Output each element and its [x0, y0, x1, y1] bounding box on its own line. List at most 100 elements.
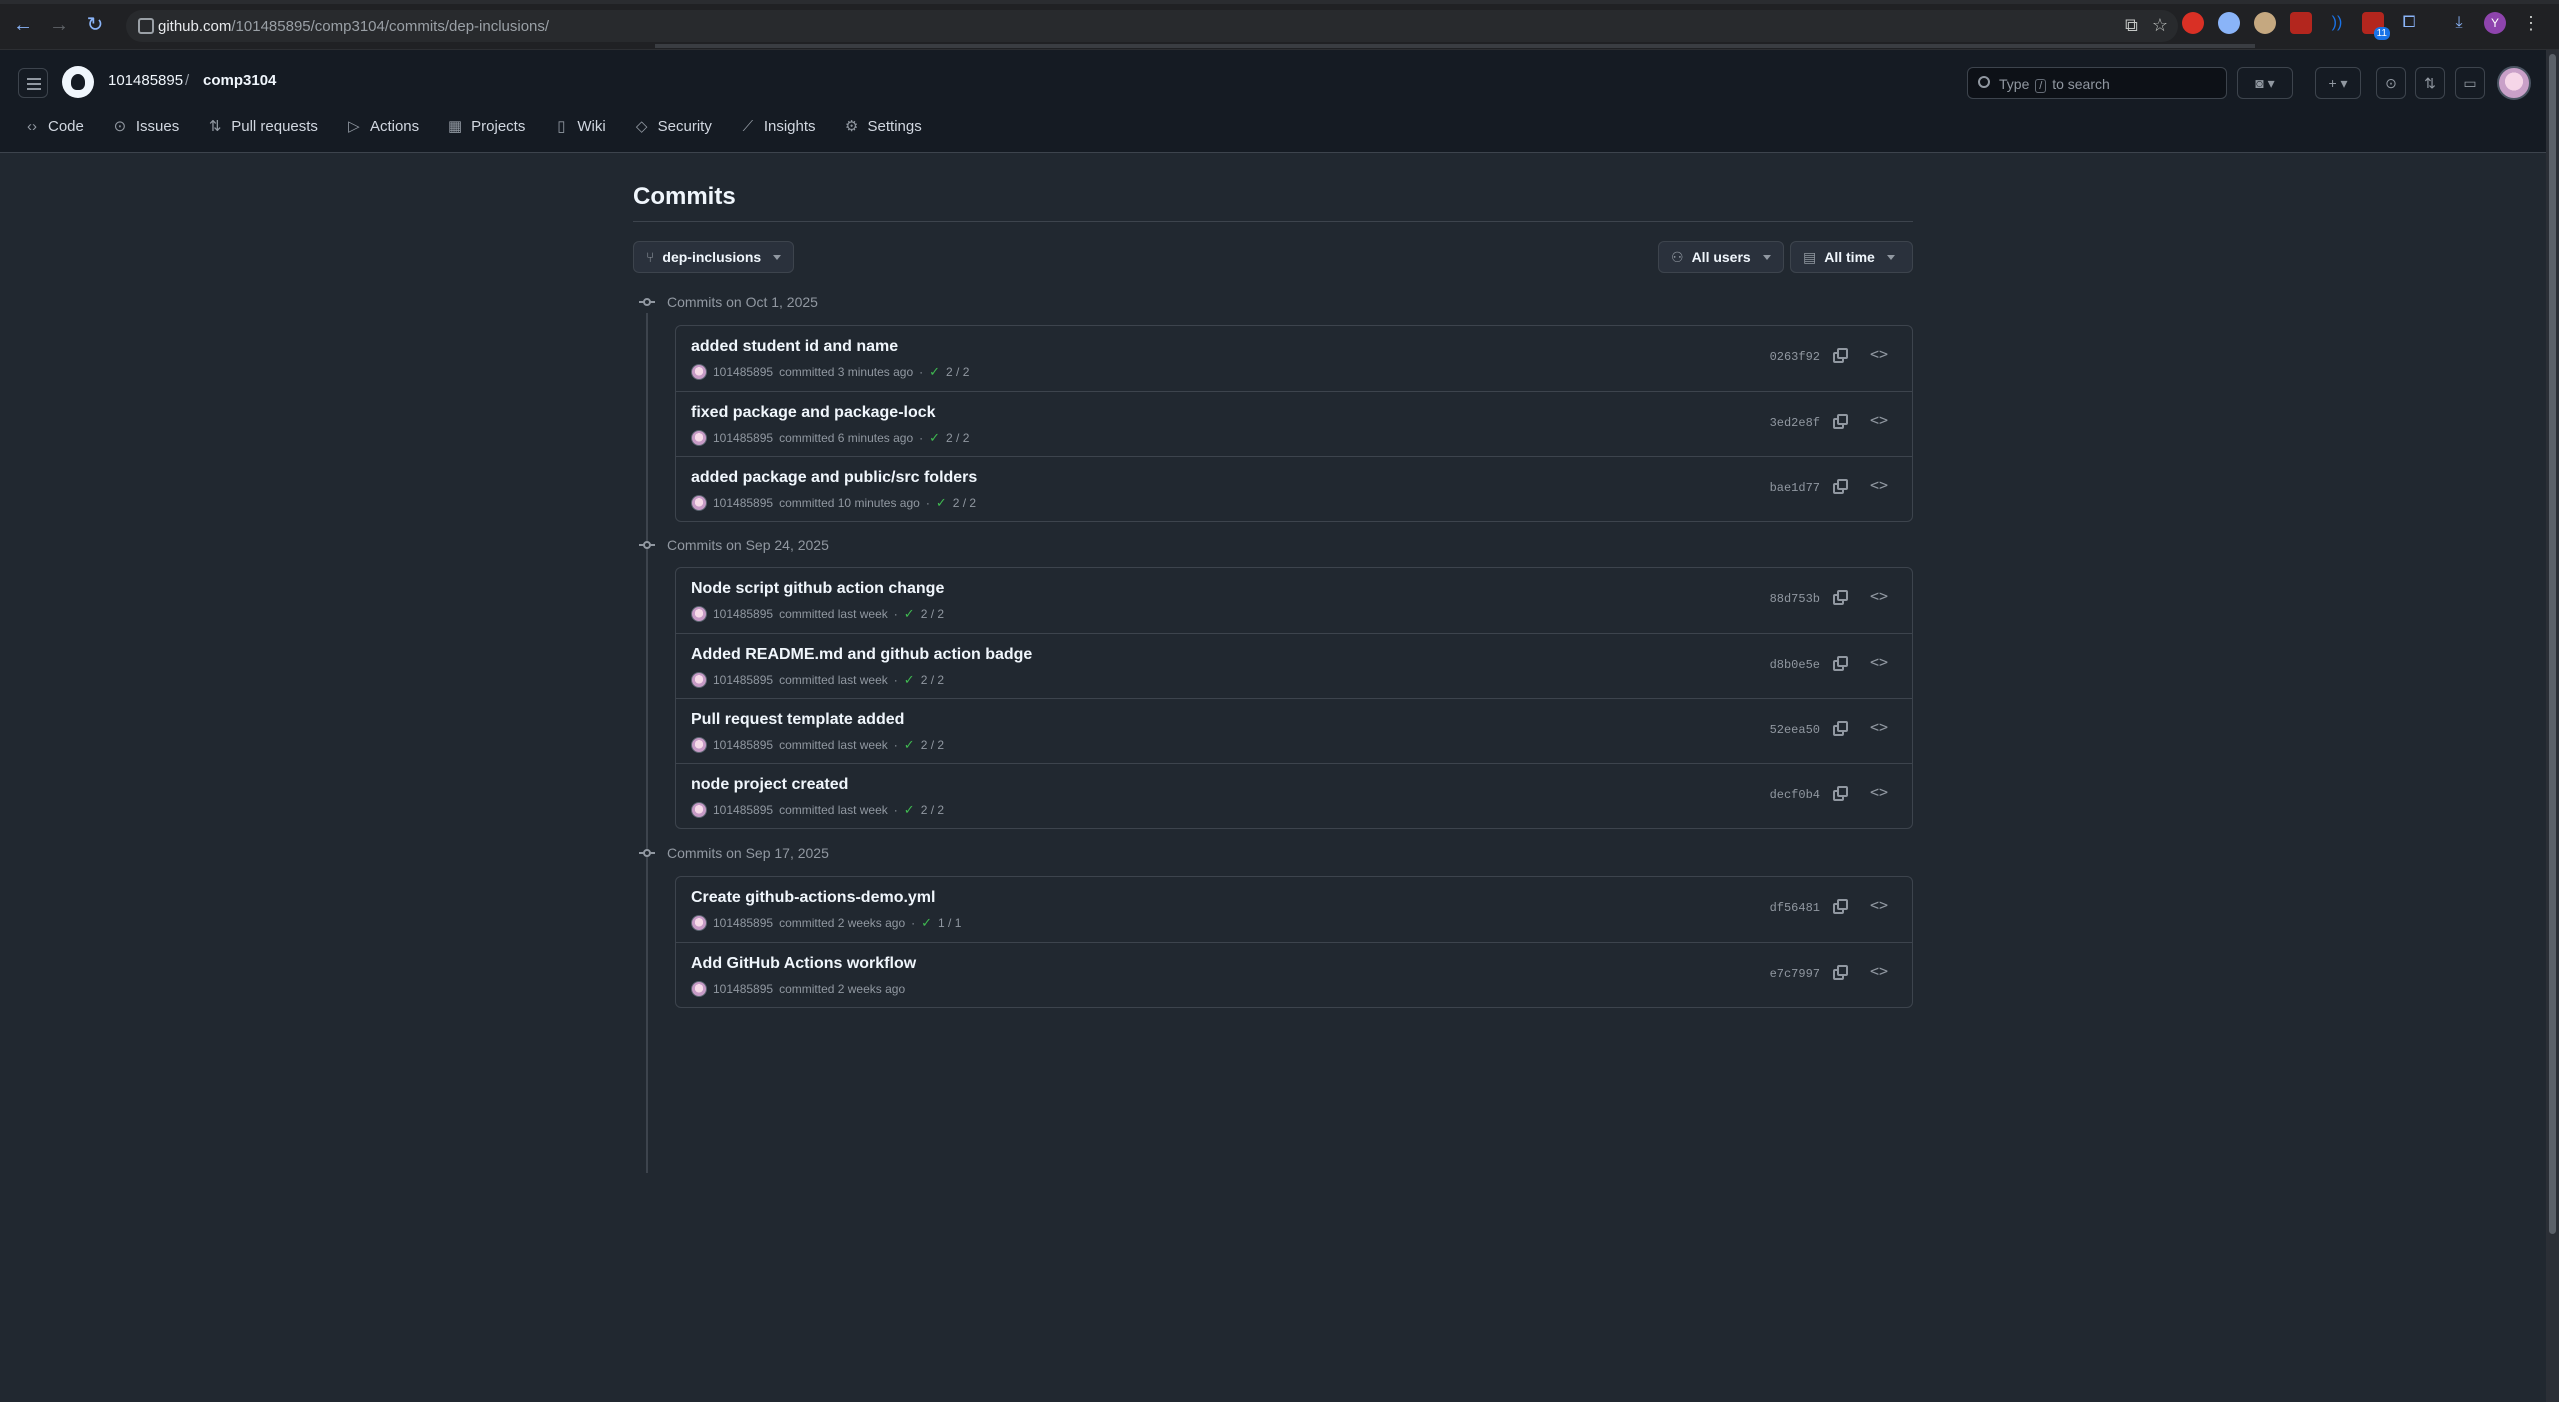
commit-sha-link[interactable]: df56481	[1770, 901, 1820, 915]
commit-message-link[interactable]: Added README.md and github action badge	[691, 646, 1032, 664]
tab-code[interactable]: ‹› Code	[24, 118, 84, 135]
author-avatar[interactable]	[691, 981, 707, 997]
browse-code-icon[interactable]: <>	[1870, 476, 1888, 494]
install-app-icon[interactable]: ⧉	[2125, 15, 2138, 36]
tab-pull-requests[interactable]: ⇅ Pull requests	[207, 118, 318, 135]
commit-author[interactable]: 101485895	[713, 673, 773, 687]
commit-author[interactable]: 101485895	[713, 738, 773, 752]
check-icon[interactable]: ✓	[904, 606, 915, 622]
browse-code-icon[interactable]: <>	[1870, 718, 1888, 736]
user-avatar[interactable]	[2497, 66, 2531, 100]
check-icon[interactable]: ✓	[936, 495, 947, 511]
commit-message-link[interactable]: Pull request template added	[691, 711, 904, 729]
pull-requests-button[interactable]: ⇅	[2415, 67, 2445, 99]
extension-blue-icon[interactable]	[2218, 12, 2240, 34]
author-avatar[interactable]	[691, 495, 707, 511]
commit-message-link[interactable]: added student id and name	[691, 338, 898, 356]
commit-author[interactable]: 101485895	[713, 803, 773, 817]
tab-issues[interactable]: ⊙ Issues	[112, 118, 180, 135]
commit-author[interactable]: 101485895	[713, 916, 773, 930]
bookmark-star-icon[interactable]: ☆	[2152, 15, 2168, 36]
extension-badge-icon[interactable]: 11	[2362, 12, 2390, 40]
tab-actions[interactable]: ▷ Actions	[346, 118, 419, 135]
commit-sha-link[interactable]: d8b0e5e	[1770, 658, 1820, 672]
author-avatar[interactable]	[691, 915, 707, 931]
tab-insights[interactable]: ⟋ Insights	[740, 118, 816, 135]
copy-sha-icon[interactable]	[1832, 964, 1850, 982]
copy-sha-icon[interactable]	[1832, 720, 1850, 738]
check-icon[interactable]: ✓	[904, 802, 915, 818]
browse-code-icon[interactable]: <>	[1870, 962, 1888, 980]
extension-cookie-icon[interactable]	[2254, 12, 2276, 34]
copy-sha-icon[interactable]	[1832, 347, 1850, 365]
puzzle-icon[interactable]: ⧠	[2398, 12, 2420, 34]
commit-sha-link[interactable]: 88d753b	[1770, 592, 1820, 606]
browse-code-icon[interactable]: <>	[1870, 896, 1888, 914]
copy-sha-icon[interactable]	[1832, 655, 1850, 673]
commit-message-link[interactable]: node project created	[691, 776, 848, 794]
forward-icon[interactable]: →	[46, 12, 72, 38]
address-bar[interactable]: github.com/101485895/comp3104/commits/de…	[126, 10, 2178, 42]
copy-sha-icon[interactable]	[1832, 589, 1850, 607]
extension-red-icon[interactable]	[2290, 12, 2312, 34]
commit-author[interactable]: 101485895	[713, 431, 773, 445]
copy-sha-icon[interactable]	[1832, 785, 1850, 803]
tab-wiki[interactable]: ▯ Wiki	[553, 118, 605, 135]
commit-sha-link[interactable]: 3ed2e8f	[1770, 416, 1820, 430]
author-avatar[interactable]	[691, 802, 707, 818]
browse-code-icon[interactable]: <>	[1870, 411, 1888, 429]
commit-sha-link[interactable]: 0263f92	[1770, 350, 1820, 364]
commit-sha-link[interactable]: e7c7997	[1770, 967, 1820, 981]
search-input[interactable]: Type / to search	[1967, 67, 2227, 99]
commit-message-link[interactable]: Create github-actions-demo.yml	[691, 889, 935, 907]
hamburger-menu-button[interactable]	[18, 68, 48, 98]
commit-message-link[interactable]: Add GitHub Actions workflow	[691, 955, 916, 973]
commit-message-link[interactable]: added package and public/src folders	[691, 469, 977, 487]
extension-opera-icon[interactable]	[2182, 12, 2204, 34]
inbox-button[interactable]: ▭	[2455, 67, 2485, 99]
commit-author[interactable]: 101485895	[713, 607, 773, 621]
commit-message-link[interactable]: Node script github action change	[691, 580, 944, 598]
back-icon[interactable]: ←	[10, 12, 36, 38]
author-avatar[interactable]	[691, 672, 707, 688]
commit-message-link[interactable]: fixed package and package-lock	[691, 404, 936, 422]
author-avatar[interactable]	[691, 430, 707, 446]
check-icon[interactable]: ✓	[929, 430, 940, 446]
checks-count[interactable]: 2 / 2	[921, 738, 944, 752]
commit-sha-link[interactable]: 52eea50	[1770, 723, 1820, 737]
check-icon[interactable]: ✓	[904, 737, 915, 753]
create-new-button[interactable]: + ▾	[2315, 67, 2361, 99]
branch-selector-button[interactable]: ⑂ dep-inclusions	[633, 241, 795, 273]
copy-sha-icon[interactable]	[1832, 478, 1850, 496]
checks-count[interactable]: 2 / 2	[921, 673, 944, 687]
author-avatar[interactable]	[691, 364, 707, 380]
copy-sha-icon[interactable]	[1832, 413, 1850, 431]
author-avatar[interactable]	[691, 737, 707, 753]
site-info-icon[interactable]	[138, 18, 154, 34]
download-icon[interactable]: ⤓	[2448, 12, 2470, 34]
page-scrollbar[interactable]	[2546, 50, 2559, 1402]
menu-kebab-icon[interactable]: ⋮	[2520, 12, 2542, 34]
check-icon[interactable]: ✓	[904, 672, 915, 688]
check-icon[interactable]: ✓	[921, 915, 932, 931]
tab-projects[interactable]: ▦ Projects	[447, 118, 525, 135]
copy-sha-icon[interactable]	[1832, 898, 1850, 916]
tab-security[interactable]: ◇ Security	[634, 118, 712, 135]
breadcrumb-owner[interactable]: 101485895	[108, 72, 183, 89]
checks-count[interactable]: 2 / 2	[953, 496, 976, 510]
check-icon[interactable]: ✓	[929, 364, 940, 380]
browse-code-icon[interactable]: <>	[1870, 345, 1888, 363]
commit-author[interactable]: 101485895	[713, 982, 773, 996]
issues-button[interactable]: ⊙	[2376, 67, 2406, 99]
users-filter-button[interactable]: ⚇ All users	[1658, 241, 1784, 273]
author-avatar[interactable]	[691, 606, 707, 622]
checks-count[interactable]: 2 / 2	[946, 365, 969, 379]
browse-code-icon[interactable]: <>	[1870, 783, 1888, 801]
reload-icon[interactable]: ↻	[82, 12, 108, 38]
extension-audio-icon[interactable]: ))	[2326, 12, 2348, 34]
commit-sha-link[interactable]: bae1d77	[1770, 481, 1820, 495]
browse-code-icon[interactable]: <>	[1870, 587, 1888, 605]
commit-author[interactable]: 101485895	[713, 365, 773, 379]
tab-settings[interactable]: ⚙ Settings	[844, 118, 922, 135]
commit-sha-link[interactable]: decf0b4	[1770, 788, 1820, 802]
